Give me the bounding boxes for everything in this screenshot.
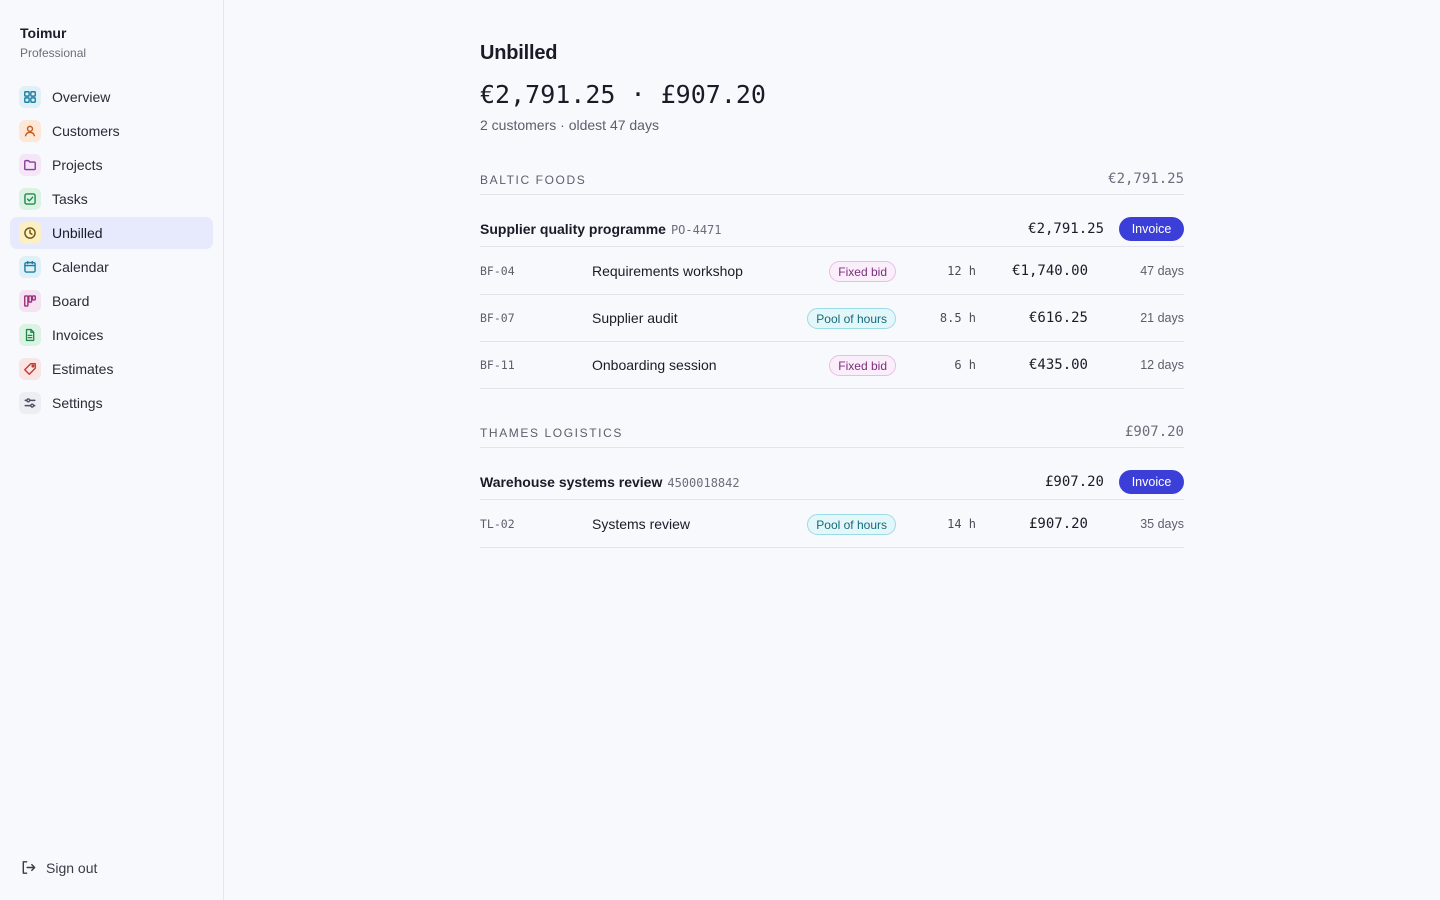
task-row[interactable]: BF-11 Onboarding session Fixed bid 6 h €… bbox=[480, 342, 1184, 389]
task-age: 35 days bbox=[1140, 517, 1184, 531]
sidebar-item-projects[interactable]: Projects bbox=[10, 149, 213, 181]
customer-name: BALTIC FOODS bbox=[480, 173, 587, 187]
task-name: Onboarding session bbox=[592, 357, 717, 373]
billing-type-badge: Pool of hours bbox=[807, 308, 896, 329]
billing-type-badge: Pool of hours bbox=[807, 514, 896, 535]
customer-group-header: THAMES LOGISTICS £907.20 bbox=[480, 418, 1184, 448]
sidebar-item-estimates[interactable]: Estimates bbox=[10, 353, 213, 385]
task-code: BF-04 bbox=[480, 264, 515, 278]
sidebar-item-label: Calendar bbox=[52, 259, 109, 275]
sliders-icon bbox=[19, 392, 41, 414]
task-hours: 6 h bbox=[954, 358, 976, 372]
project-name[interactable]: Supplier quality programme PO-4471 bbox=[480, 221, 722, 237]
sidebar-item-label: Tasks bbox=[52, 191, 88, 207]
sidebar-nav: Overview Customers Projects Tasks Unbill… bbox=[10, 81, 213, 421]
task-row[interactable]: BF-07 Supplier audit Pool of hours 8.5 h… bbox=[480, 295, 1184, 342]
sidebar-item-label: Estimates bbox=[52, 361, 114, 377]
workspace-name: Toimur bbox=[20, 25, 67, 41]
sidebar-item-label: Invoices bbox=[52, 327, 104, 343]
sidebar-item-label: Projects bbox=[52, 157, 103, 173]
unbilled-totals: €2,791.25 · £907.20 bbox=[480, 80, 766, 109]
user-icon bbox=[19, 120, 41, 142]
task-age: 21 days bbox=[1140, 311, 1184, 325]
project-name[interactable]: Warehouse systems review 4500018842 bbox=[480, 474, 740, 490]
project-title: Warehouse systems review bbox=[480, 474, 663, 490]
task-age: 12 days bbox=[1140, 358, 1184, 372]
customer-total: £907.20 bbox=[1124, 424, 1184, 440]
task-name: Systems review bbox=[592, 516, 691, 532]
project-amount: €2,791.25 bbox=[1028, 221, 1104, 237]
folder-icon bbox=[19, 154, 41, 176]
calendar-icon bbox=[19, 256, 41, 278]
grid-icon bbox=[19, 86, 41, 108]
task-amount: €616.25 bbox=[1028, 310, 1088, 326]
sidebar-item-label: Overview bbox=[52, 89, 111, 105]
project-row: Warehouse systems review 4500018842 £907.… bbox=[480, 462, 1184, 500]
sign-out-icon bbox=[22, 861, 36, 874]
task-amount: €435.00 bbox=[1028, 357, 1088, 373]
kanban-icon bbox=[19, 290, 41, 312]
invoice-button[interactable]: Invoice bbox=[1119, 217, 1184, 241]
sidebar-item-customers[interactable]: Customers bbox=[10, 115, 213, 147]
customer-total: €2,791.25 bbox=[1108, 171, 1184, 187]
sidebar-item-overview[interactable]: Overview bbox=[10, 81, 213, 113]
sidebar: Toimur Professional Overview Customers P… bbox=[0, 0, 224, 900]
sidebar-item-unbilled[interactable]: Unbilled bbox=[10, 217, 213, 249]
sidebar-item-tasks[interactable]: Tasks bbox=[10, 183, 213, 215]
project-title: Supplier quality programme bbox=[480, 221, 666, 237]
billing-type-badge: Fixed bid bbox=[829, 261, 896, 282]
page-title: Unbilled bbox=[480, 42, 558, 64]
customer-group-header: BALTIC FOODS €2,791.25 bbox=[480, 165, 1184, 195]
sign-out-label: Sign out bbox=[46, 859, 98, 876]
clock-icon bbox=[19, 222, 41, 244]
task-code: TL-02 bbox=[480, 517, 515, 531]
task-code: BF-11 bbox=[480, 358, 515, 372]
workspace-brand[interactable]: Toimur Professional bbox=[20, 24, 86, 61]
workspace-plan: Professional bbox=[20, 46, 87, 60]
task-amount: €1,740.00 bbox=[1012, 263, 1088, 279]
project-po-ref: PO-4471 bbox=[670, 223, 722, 237]
tag-icon bbox=[19, 358, 41, 380]
invoice-button[interactable]: Invoice bbox=[1119, 470, 1184, 494]
unbilled-summary: 2 customers · oldest 47 days bbox=[480, 117, 659, 133]
project-amount: £907.20 bbox=[1044, 474, 1104, 490]
sidebar-item-invoices[interactable]: Invoices bbox=[10, 319, 213, 351]
task-hours: 12 h bbox=[947, 264, 976, 278]
sidebar-item-board[interactable]: Board bbox=[10, 285, 213, 317]
sidebar-item-settings[interactable]: Settings bbox=[10, 387, 213, 419]
task-name: Requirements workshop bbox=[592, 263, 743, 279]
sign-out-button[interactable]: Sign out bbox=[20, 859, 97, 876]
task-amount: £907.20 bbox=[1028, 516, 1088, 532]
task-row[interactable]: TL-02 Systems review Pool of hours 14 h … bbox=[480, 501, 1184, 548]
sidebar-item-label: Settings bbox=[52, 395, 103, 411]
sidebar-item-calendar[interactable]: Calendar bbox=[10, 251, 213, 283]
checkbox-icon bbox=[19, 188, 41, 210]
task-hours: 8.5 h bbox=[939, 311, 976, 325]
sidebar-item-label: Customers bbox=[52, 123, 120, 139]
task-name: Supplier audit bbox=[592, 310, 678, 326]
project-row: Supplier quality programme PO-4471 €2,791… bbox=[480, 209, 1184, 247]
project-po-ref: 4500018842 bbox=[667, 476, 740, 490]
task-age: 47 days bbox=[1140, 264, 1184, 278]
billing-type-badge: Fixed bid bbox=[829, 355, 896, 376]
customer-name: THAMES LOGISTICS bbox=[480, 426, 623, 440]
sidebar-item-label: Unbilled bbox=[52, 225, 103, 241]
task-hours: 14 h bbox=[947, 517, 976, 531]
sidebar-item-label: Board bbox=[52, 293, 90, 309]
document-icon bbox=[19, 324, 41, 346]
task-code: BF-07 bbox=[480, 311, 515, 325]
task-row[interactable]: BF-04 Requirements workshop Fixed bid 12… bbox=[480, 248, 1184, 295]
